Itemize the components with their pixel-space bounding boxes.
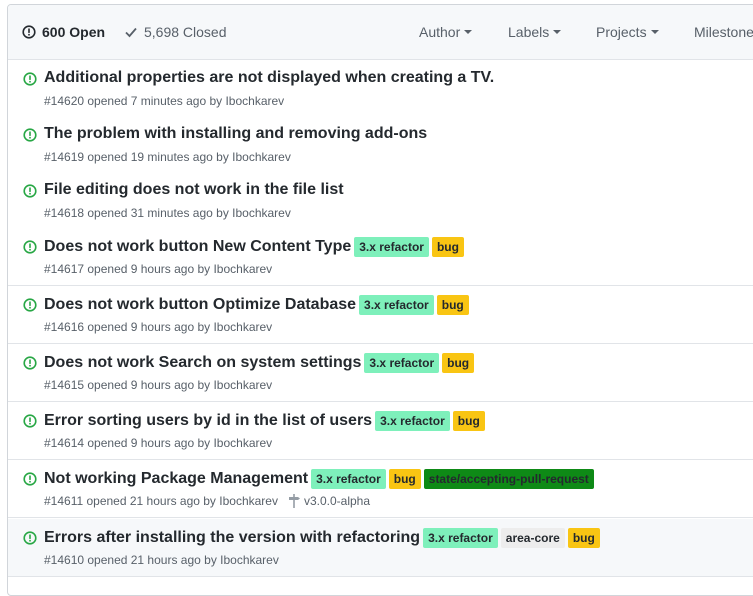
issue-opened-icon [23, 240, 37, 259]
milestones-filter-label: Milestones [694, 24, 753, 40]
issue-opened-icon [23, 128, 37, 147]
issue-row[interactable]: File editing does not work in the file l… [8, 172, 753, 230]
issue-label[interactable]: bug [436, 295, 469, 315]
issue-row[interactable]: The problem with installing and removing… [8, 116, 753, 174]
issue-title-link[interactable]: File editing does not work in the file l… [44, 181, 344, 199]
issue-title-line: The problem with installing and removing… [44, 125, 427, 143]
issue-meta: #14610 opened 21 hours ago by Ibochkarev [44, 553, 279, 567]
issue-title-line: Does not work Search on system settings 3… [44, 353, 475, 373]
issue-meta-text: #14620 opened 7 minutes ago by Ibochkare… [44, 94, 285, 108]
issue-opened-icon [23, 472, 37, 491]
issue-label[interactable]: area-core [500, 528, 565, 548]
milestone-label: v3.0.0-alpha [303, 494, 371, 508]
issue-meta: #14615 opened 9 hours ago by Ibochkarev [44, 378, 272, 392]
issue-row[interactable]: Errors after installing the version with… [8, 519, 753, 577]
issue-title-link[interactable]: Errors after installing the version with… [44, 529, 420, 547]
issue-title-link[interactable]: Does not work Search on system settings [44, 354, 361, 372]
issue-meta: #14611 opened 21 hours ago by Ibochkarev… [44, 494, 370, 508]
issue-title-link[interactable]: Does not work button Optimize Database [44, 296, 356, 314]
open-issues-tab[interactable]: 600 Open [22, 5, 105, 59]
issue-title-link[interactable]: Error sorting users by id in the list of… [44, 412, 372, 430]
issue-title-line: Does not work button Optimize Database 3.… [44, 295, 469, 315]
issue-opened-icon [23, 414, 37, 433]
issue-title-line: Does not work button New Content Type 3.x… [44, 237, 464, 257]
issue-title-link[interactable]: Not working Package Management [44, 470, 308, 488]
issue-label[interactable]: 3.x refactor [423, 528, 498, 548]
issue-label[interactable]: 3.x refactor [375, 411, 450, 431]
issue-label[interactable]: 3.x refactor [364, 353, 440, 373]
issue-meta-text: #14615 opened 9 hours ago by Ibochkarev [44, 378, 273, 392]
issue-meta-text: #14614 opened 9 hours ago by Ibochkarev [44, 436, 273, 450]
issue-label[interactable]: bug [388, 469, 421, 489]
issue-meta: #14617 opened 9 hours ago by Ibochkarev [44, 262, 272, 276]
milestones-filter[interactable]: Milestones [694, 5, 753, 59]
issue-opened-icon [23, 356, 37, 375]
issue-opened-icon [23, 184, 37, 203]
issue-meta: #14620 opened 7 minutes ago by Ibochkare… [44, 94, 284, 108]
issue-opened-icon [23, 72, 37, 91]
issues-list-header: 600 Open 5,698 Closed Author Labels Proj… [8, 5, 753, 60]
issue-label[interactable]: 3.x refactor [354, 237, 429, 257]
issue-title-line: File editing does not work in the file l… [44, 181, 344, 199]
caret-down-icon [464, 30, 473, 34]
issue-meta-text: #14616 opened 9 hours ago by Ibochkarev [44, 320, 273, 334]
labels-filter[interactable]: Labels [508, 5, 562, 59]
issue-label[interactable]: bug [567, 528, 600, 548]
issue-label[interactable]: bug [452, 411, 485, 431]
issue-row[interactable]: Does not work button Optimize Database 3.… [8, 286, 753, 344]
issue-label[interactable]: 3.x refactor [311, 469, 386, 489]
author-filter-label: Author [419, 24, 461, 40]
issue-meta-text: #14618 opened 31 minutes ago by Ibochkar… [44, 206, 291, 220]
issue-title-line: Error sorting users by id in the list of… [44, 411, 485, 431]
milestone-icon [288, 494, 300, 508]
labels-filter-label: Labels [508, 24, 550, 40]
issue-title-line: Additional properties are not displayed … [44, 69, 494, 87]
issue-meta: #14616 opened 9 hours ago by Ibochkarev [44, 320, 272, 334]
issue-row[interactable]: Additional properties are not displayed … [8, 60, 753, 118]
issue-title-link[interactable]: Additional properties are not displayed … [44, 69, 494, 87]
issue-label[interactable]: state/accepting-pull-request [423, 469, 594, 489]
issue-milestone[interactable]: v3.0.0-alpha [288, 494, 370, 508]
caret-down-icon [650, 30, 659, 34]
issue-row[interactable]: Not working Package Management 3.x refact… [8, 460, 753, 518]
issue-title-line: Errors after installing the version with… [44, 528, 600, 548]
caret-down-icon [553, 30, 562, 34]
issue-meta-text: #14611 opened 21 hours ago by Ibochkarev [44, 494, 278, 508]
issue-meta-text: #14617 opened 9 hours ago by Ibochkarev [44, 262, 273, 276]
check-icon [125, 27, 137, 38]
issue-row[interactable]: Error sorting users by id in the list of… [8, 402, 753, 460]
projects-filter[interactable]: Projects [596, 5, 659, 59]
issue-meta-text: #14619 opened 19 minutes ago by Ibochkar… [44, 150, 291, 164]
issues-list-box: 600 Open 5,698 Closed Author Labels Proj… [7, 4, 753, 596]
author-filter[interactable]: Author [419, 5, 473, 59]
closed-issues-tab[interactable]: 5,698 Closed [124, 5, 227, 59]
issue-row[interactable]: Does not work button New Content Type 3.x… [8, 228, 753, 286]
issue-row[interactable]: Does not work Search on system settings 3… [8, 344, 753, 402]
issue-title-line: Not working Package Management 3.x refact… [44, 469, 594, 489]
issue-opened-icon [23, 298, 37, 317]
issue-opened-icon [22, 25, 36, 39]
issue-meta: #14618 opened 31 minutes ago by Ibochkar… [44, 206, 291, 220]
issue-label[interactable]: 3.x refactor [359, 295, 434, 315]
projects-filter-label: Projects [596, 24, 647, 40]
open-count: 600 Open [42, 24, 106, 40]
issue-label[interactable]: bug [442, 353, 475, 373]
issue-meta-text: #14610 opened 21 hours ago by Ibochkarev [44, 553, 279, 567]
issue-label[interactable]: bug [431, 237, 464, 257]
issue-meta: #14614 opened 9 hours ago by Ibochkarev [44, 436, 272, 450]
issue-title-link[interactable]: The problem with installing and removing… [44, 125, 427, 143]
issue-opened-icon [23, 531, 37, 550]
issue-title-link[interactable]: Does not work button New Content Type [44, 238, 351, 256]
issue-meta: #14619 opened 19 minutes ago by Ibochkar… [44, 150, 291, 164]
closed-count: 5,698 Closed [144, 24, 227, 40]
